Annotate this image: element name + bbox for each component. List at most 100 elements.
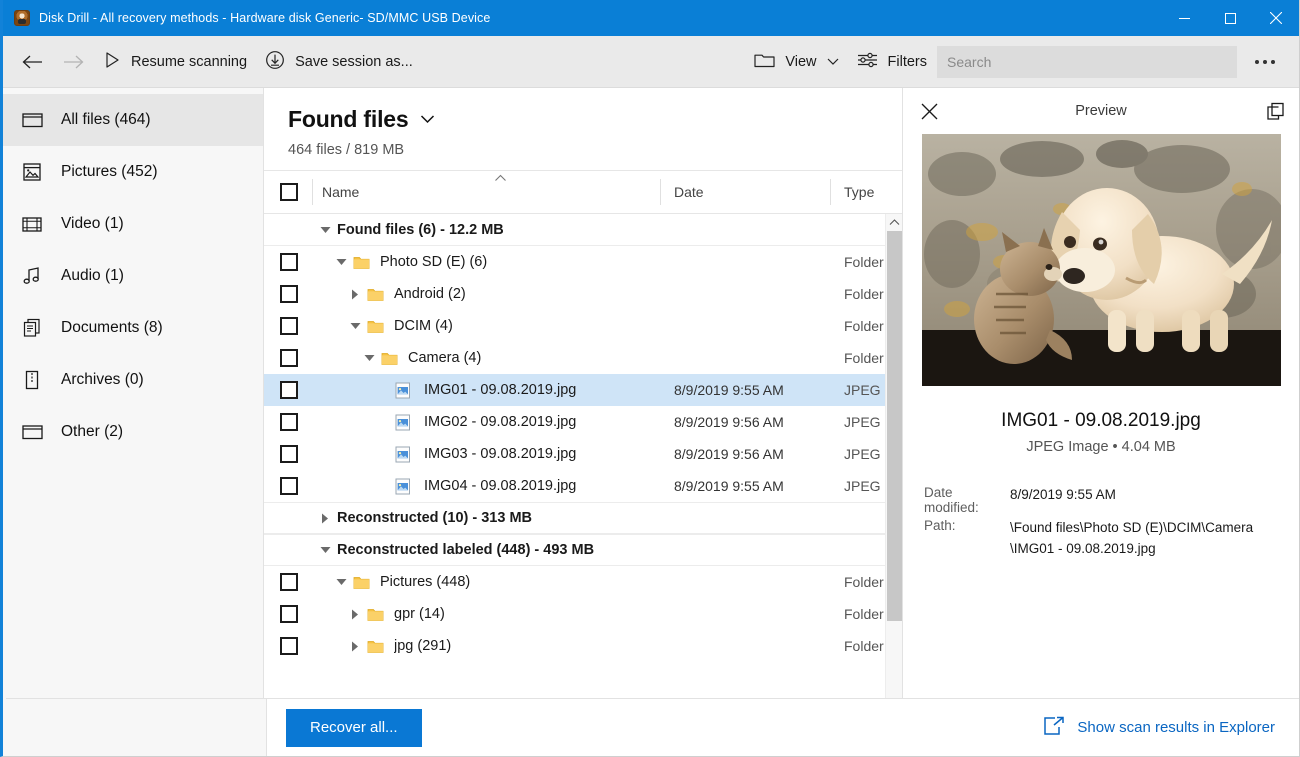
twisty-collapsed-icon[interactable] xyxy=(343,609,367,620)
save-session-label: Save session as... xyxy=(295,54,413,70)
row-checkbox[interactable] xyxy=(264,445,313,463)
preview-file-name: IMG01 - 09.08.2019.jpg xyxy=(1001,410,1201,431)
sidebar-item-other[interactable]: Other (2) xyxy=(3,406,263,458)
sidebar-item-pictures[interactable]: Pictures (452) xyxy=(3,146,263,198)
filters-button[interactable]: Filters xyxy=(849,42,937,82)
checkbox-box xyxy=(279,573,298,591)
open-in-new-window-icon[interactable] xyxy=(1266,102,1285,121)
column-header-type[interactable]: Type xyxy=(831,171,902,213)
checkbox-box xyxy=(279,477,298,495)
sidebar-item-video[interactable]: Video (1) xyxy=(3,198,263,250)
row-name-cell: IMG02 - 09.08.2019.jpg xyxy=(313,414,661,431)
table-row[interactable]: Reconstructed (10) - 313 MB xyxy=(264,502,885,534)
table-row[interactable]: gpr (14) Folder xyxy=(264,598,885,630)
twisty-expanded-icon[interactable] xyxy=(329,578,353,586)
sidebar-item-archives[interactable]: Archives (0) xyxy=(3,354,263,406)
sidebar-item-label: Audio (1) xyxy=(61,267,124,284)
checkbox-box xyxy=(279,253,298,271)
preview-image-wrap xyxy=(903,134,1299,386)
column-header-name[interactable]: Name xyxy=(313,171,661,213)
row-checkbox[interactable] xyxy=(264,413,313,431)
files-count-summary: 464 files / 819 MB xyxy=(288,142,405,158)
twisty-collapsed-icon[interactable] xyxy=(343,641,367,652)
archives-icon xyxy=(21,369,43,391)
sidebar-item-documents[interactable]: Documents (8) xyxy=(3,302,263,354)
table-row[interactable]: Reconstructed labeled (448) - 493 MB xyxy=(264,534,885,566)
file-tree-rows: Found files (6) - 12.2 MB Photo SD (E) (6… xyxy=(264,214,885,739)
puppy-kitten-photo-svg xyxy=(922,134,1281,386)
view-button[interactable]: View xyxy=(746,42,848,82)
sidebar-item-label: Pictures (452) xyxy=(61,163,158,180)
twisty-expanded-icon[interactable] xyxy=(313,546,337,554)
row-checkbox[interactable] xyxy=(264,253,313,271)
preview-close-icon[interactable] xyxy=(921,103,938,120)
select-all-checkbox[interactable] xyxy=(264,171,313,213)
table-row[interactable]: jpg (291) Folder xyxy=(264,630,885,662)
table-header: Name Date Type xyxy=(264,170,902,214)
table-row[interactable]: Camera (4) Folder xyxy=(264,342,885,374)
row-checkbox[interactable] xyxy=(264,605,313,623)
column-header-date[interactable]: Date xyxy=(661,171,831,213)
row-checkbox[interactable] xyxy=(264,349,313,367)
back-button[interactable] xyxy=(11,42,53,82)
checkbox-box xyxy=(279,445,298,463)
twisty-expanded-icon[interactable] xyxy=(329,258,353,266)
table-row[interactable]: IMG04 - 09.08.2019.jpg 8/9/2019 9:55 AM JP… xyxy=(264,470,885,502)
twisty-collapsed-icon[interactable] xyxy=(313,513,337,524)
row-checkbox[interactable] xyxy=(264,637,313,655)
twisty-expanded-icon[interactable] xyxy=(313,226,337,234)
maximize-button[interactable] xyxy=(1207,0,1253,36)
recover-all-button[interactable]: Recover all... xyxy=(286,708,422,747)
show-in-explorer-link[interactable]: Show scan results in Explorer xyxy=(1043,716,1275,740)
row-checkbox[interactable] xyxy=(264,381,313,399)
video-icon xyxy=(21,213,43,235)
table-row[interactable]: Pictures (448) Folder xyxy=(264,566,885,598)
more-options-button[interactable] xyxy=(1243,42,1287,82)
minimize-button[interactable] xyxy=(1161,0,1207,36)
table-row[interactable]: Photo SD (E) (6) Folder xyxy=(264,246,885,278)
audio-icon xyxy=(21,265,43,287)
row-checkbox[interactable] xyxy=(264,573,313,591)
preview-image[interactable] xyxy=(922,134,1281,386)
row-name-cell: gpr (14) xyxy=(313,606,661,622)
jpeg-file-icon xyxy=(395,446,415,463)
vertical-scroll-thumb[interactable] xyxy=(887,231,902,621)
twisty-collapsed-icon[interactable] xyxy=(343,289,367,300)
dot-1 xyxy=(1255,59,1259,64)
table-row[interactable]: IMG01 - 09.08.2019.jpg 8/9/2019 9:55 AM JP… xyxy=(264,374,885,406)
table-row[interactable]: IMG02 - 09.08.2019.jpg 8/9/2019 9:56 AM JP… xyxy=(264,406,885,438)
scroll-up-arrow-icon[interactable] xyxy=(886,214,902,231)
file-tree: Found files (6) - 12.2 MB Photo SD (E) (6… xyxy=(264,214,902,756)
table-row[interactable]: DCIM (4) Folder xyxy=(264,310,885,342)
twisty-expanded-icon[interactable] xyxy=(343,322,367,330)
table-row[interactable]: Android (2) Folder xyxy=(264,278,885,310)
search-placeholder: Search xyxy=(947,53,992,70)
found-files-dropdown[interactable]: Found files xyxy=(288,106,902,133)
row-name-label: IMG01 - 09.08.2019.jpg xyxy=(424,382,577,398)
close-button[interactable] xyxy=(1253,0,1299,36)
footer-main: Recover all... Show scan results in Expl… xyxy=(267,699,1299,756)
row-type-cell: JPEG I xyxy=(844,382,885,398)
row-name-cell: IMG03 - 09.08.2019.jpg xyxy=(313,446,661,463)
sidebar-item-all-files[interactable]: All files (464) xyxy=(3,94,263,146)
pictures-icon xyxy=(21,161,43,183)
row-checkbox[interactable] xyxy=(264,285,313,303)
row-checkbox[interactable] xyxy=(264,477,313,495)
all-files-icon xyxy=(21,109,43,131)
table-row[interactable]: IMG03 - 09.08.2019.jpg 8/9/2019 9:56 AM JP… xyxy=(264,438,885,470)
column-header-date-label: Date xyxy=(674,184,704,200)
resume-scanning-button[interactable]: Resume scanning xyxy=(95,42,257,82)
sidebar-item-label: Video (1) xyxy=(61,215,124,232)
search-input[interactable]: Search xyxy=(937,45,1237,78)
sidebar-item-label: Other (2) xyxy=(61,423,124,440)
table-row[interactable]: Found files (6) - 12.2 MB xyxy=(264,214,885,246)
forward-button[interactable] xyxy=(53,42,95,82)
row-checkbox[interactable] xyxy=(264,317,313,335)
row-name-label: Photo SD (E) (6) xyxy=(380,254,488,270)
sidebar-item-label: Archives (0) xyxy=(61,371,144,388)
tree-vertical-scrollbar[interactable] xyxy=(885,214,902,739)
sidebar-item-audio[interactable]: Audio (1) xyxy=(3,250,263,302)
footer-sidebar-filler xyxy=(6,699,267,756)
twisty-expanded-icon[interactable] xyxy=(357,354,381,362)
save-session-button[interactable]: Save session as... xyxy=(257,42,423,82)
